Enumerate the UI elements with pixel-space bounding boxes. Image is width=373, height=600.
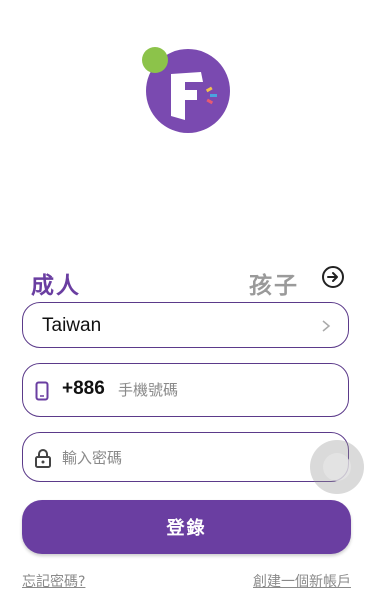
password-field[interactable] — [22, 432, 349, 482]
phone-icon — [35, 381, 49, 401]
lock-icon — [35, 449, 51, 468]
tab-child[interactable]: 孩子 — [249, 266, 299, 300]
arrow-right-circle-icon[interactable] — [321, 265, 345, 289]
country-value: Taiwan — [42, 315, 102, 336]
forgot-password-link[interactable]: 忘記密碼? — [22, 571, 85, 591]
touch-indicator-inner — [323, 453, 351, 481]
app-logo — [142, 47, 230, 133]
chevron-right-icon — [322, 320, 331, 332]
login-button[interactable]: 登錄 — [22, 500, 351, 554]
country-code: +886 — [62, 378, 105, 399]
phone-field[interactable]: +886 — [22, 363, 349, 417]
country-selector[interactable]: Taiwan — [22, 302, 349, 348]
tab-adult[interactable]: 成人 — [31, 266, 81, 300]
password-input[interactable] — [60, 445, 304, 471]
phone-number-input[interactable] — [116, 376, 330, 404]
create-account-link[interactable]: 創建一個新帳戶 — [253, 571, 351, 591]
